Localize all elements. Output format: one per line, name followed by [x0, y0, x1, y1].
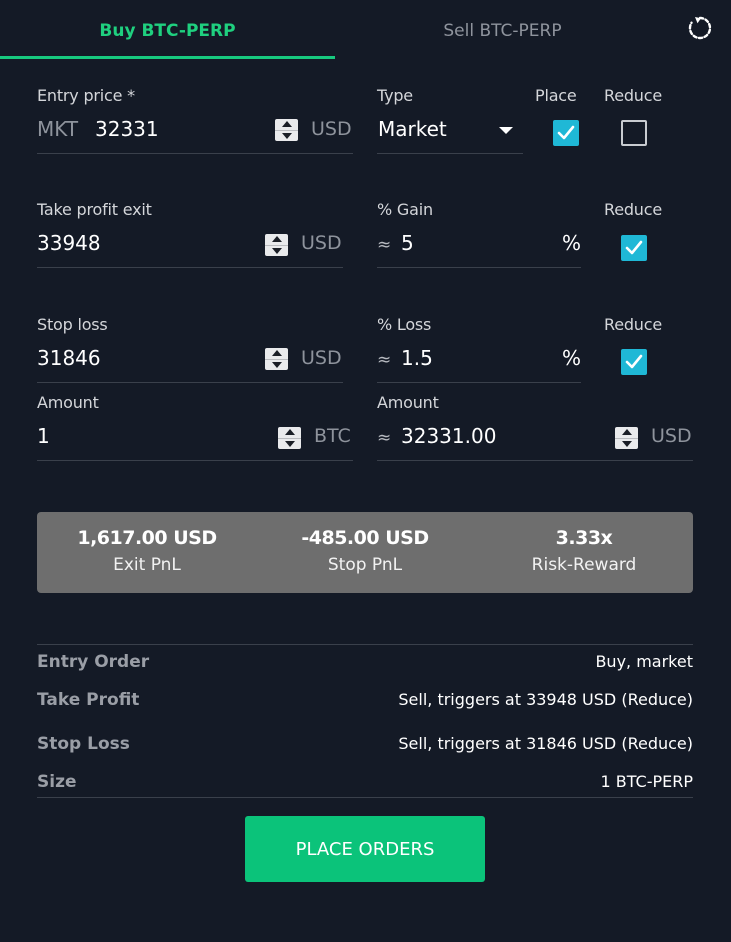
- checkmark-icon: [625, 354, 643, 369]
- checkmark-icon: [625, 240, 643, 255]
- take-profit-input[interactable]: 33948: [37, 231, 101, 255]
- increment-icon[interactable]: [275, 119, 298, 130]
- take-profit-field[interactable]: 33948 USD: [37, 226, 343, 268]
- exit-pnl: 1,617.00 USD Exit PnL: [37, 512, 257, 575]
- tab-sell[interactable]: Sell BTC-PERP: [335, 0, 670, 60]
- entry-reduce-label: Reduce: [604, 86, 662, 105]
- amount-usd-input[interactable]: 32331.00: [401, 424, 496, 448]
- sl-reduce-label: Reduce: [604, 315, 662, 334]
- gain-field[interactable]: ≈ 5 %: [377, 226, 581, 268]
- reset-button[interactable]: [686, 14, 714, 42]
- amount-btc-label: Amount: [37, 393, 99, 412]
- amount-btc-unit: BTC: [314, 425, 351, 447]
- rotate-ccw-icon: [688, 16, 712, 40]
- entry-price-label: Entry price *: [37, 86, 135, 105]
- stop-loss-stepper[interactable]: [265, 348, 288, 370]
- loss-input[interactable]: 1.5: [401, 346, 433, 370]
- gain-label: % Gain: [377, 200, 433, 219]
- stop-loss-field[interactable]: 31846 USD: [37, 341, 343, 383]
- place-checkbox[interactable]: [553, 120, 579, 146]
- entry-reduce-checkbox[interactable]: [621, 120, 647, 146]
- amount-btc-stepper[interactable]: [278, 427, 301, 449]
- amount-usd-label: Amount: [377, 393, 439, 412]
- caret-down-icon: [499, 127, 513, 134]
- entry-price-unit: USD: [311, 118, 352, 140]
- side-tabs: Buy BTC-PERP Sell BTC-PERP: [0, 0, 731, 60]
- approx-symbol: ≈: [377, 428, 392, 448]
- approx-symbol: ≈: [377, 235, 392, 255]
- increment-icon[interactable]: [265, 348, 288, 359]
- gain-input[interactable]: 5: [401, 231, 414, 255]
- place-orders-button[interactable]: PLACE ORDERS: [245, 816, 485, 882]
- pnl-summary-panel: 1,617.00 USD Exit PnL -485.00 USD Stop P…: [37, 512, 693, 593]
- approx-symbol: ≈: [377, 350, 392, 370]
- checkmark-icon: [557, 125, 575, 140]
- decrement-icon[interactable]: [275, 130, 298, 141]
- entry-price-prefix: MKT: [37, 117, 79, 141]
- divider: [37, 797, 693, 798]
- amount-usd-unit: USD: [651, 425, 692, 447]
- take-profit-unit: USD: [301, 232, 342, 254]
- stop-pnl-label: Stop PnL: [327, 555, 403, 575]
- increment-icon[interactable]: [265, 234, 288, 245]
- exit-pnl-label: Exit PnL: [113, 555, 181, 575]
- order-value-size: 1 BTC-PERP: [600, 772, 693, 791]
- loss-field[interactable]: ≈ 1.5 %: [377, 341, 581, 383]
- stop-loss-input[interactable]: 31846: [37, 346, 101, 370]
- amount-btc-input[interactable]: 1: [37, 424, 50, 448]
- take-profit-label: Take profit exit: [37, 200, 152, 219]
- type-select[interactable]: Market: [377, 112, 523, 154]
- loss-unit: %: [562, 346, 582, 370]
- amount-btc-field[interactable]: 1 BTC: [37, 419, 353, 461]
- entry-price-stepper[interactable]: [275, 119, 298, 141]
- order-key-take-profit: Take Profit: [37, 690, 140, 710]
- stop-loss-label: Stop loss: [37, 315, 108, 334]
- order-key-size: Size: [37, 772, 77, 792]
- stop-pnl: -485.00 USD Stop PnL: [255, 512, 475, 575]
- risk-reward-value: 3.33x: [555, 527, 613, 549]
- decrement-icon[interactable]: [615, 438, 638, 449]
- place-label: Place: [535, 86, 577, 105]
- gain-unit: %: [562, 231, 582, 255]
- increment-icon[interactable]: [278, 427, 301, 438]
- order-key-entry: Entry Order: [37, 652, 150, 672]
- decrement-icon[interactable]: [278, 438, 301, 449]
- take-profit-stepper[interactable]: [265, 234, 288, 256]
- tab-buy[interactable]: Buy BTC-PERP: [0, 0, 335, 60]
- order-value-entry: Buy, market: [595, 652, 693, 671]
- entry-price-input[interactable]: 32331: [95, 117, 159, 141]
- tp-reduce-label: Reduce: [604, 200, 662, 219]
- decrement-icon[interactable]: [265, 359, 288, 370]
- active-tab-indicator: [0, 56, 335, 59]
- divider: [37, 644, 693, 645]
- sl-reduce-checkbox[interactable]: [621, 349, 647, 375]
- stop-pnl-value: -485.00 USD: [301, 527, 429, 549]
- order-value-take-profit: Sell, triggers at 33948 USD (Reduce): [398, 690, 693, 709]
- amount-usd-field[interactable]: ≈ 32331.00 USD: [377, 419, 693, 461]
- tp-reduce-checkbox[interactable]: [621, 235, 647, 261]
- amount-usd-stepper[interactable]: [615, 427, 638, 449]
- exit-pnl-value: 1,617.00 USD: [77, 527, 217, 549]
- stop-loss-unit: USD: [301, 347, 342, 369]
- decrement-icon[interactable]: [265, 245, 288, 256]
- type-select-value: Market: [378, 117, 447, 141]
- type-label: Type: [377, 86, 413, 105]
- loss-label: % Loss: [377, 315, 432, 334]
- order-value-stop-loss: Sell, triggers at 31846 USD (Reduce): [398, 734, 693, 753]
- risk-reward: 3.33x Risk-Reward: [474, 512, 694, 575]
- entry-price-field[interactable]: MKT 32331 USD: [37, 112, 353, 154]
- risk-reward-label: Risk-Reward: [531, 555, 637, 575]
- increment-icon[interactable]: [615, 427, 638, 438]
- order-key-stop-loss: Stop Loss: [37, 734, 130, 754]
